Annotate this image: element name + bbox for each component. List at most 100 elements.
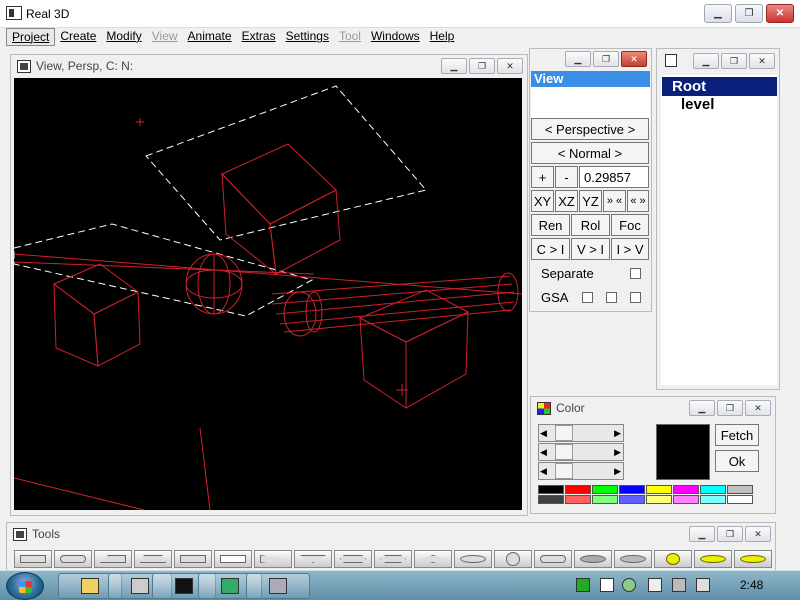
tools-maximize-button[interactable]: ❐ <box>717 526 743 542</box>
app-icon[interactable] <box>6 6 22 20</box>
tool-rounded-box[interactable] <box>54 550 92 568</box>
tree-node-root[interactable]: Root <box>662 77 777 96</box>
tray-status-icon[interactable] <box>576 578 590 592</box>
palette-swatch[interactable] <box>727 495 753 504</box>
xy-plane-button[interactable]: XY <box>531 190 554 212</box>
tool-bevel[interactable] <box>134 550 172 568</box>
menu-settings[interactable]: Settings <box>281 28 334 46</box>
color-maximize-button[interactable]: ❐ <box>717 400 743 416</box>
tool-cone[interactable] <box>574 550 612 568</box>
tray-network-icon[interactable] <box>672 578 686 592</box>
tray-shield-icon[interactable] <box>622 578 636 592</box>
tool-wedge[interactable] <box>94 550 132 568</box>
blue-slider-left-arrow[interactable]: ◀ <box>540 466 547 477</box>
red-slider-left-arrow[interactable]: ◀ <box>540 428 547 439</box>
tool-octagon[interactable] <box>374 550 412 568</box>
tool-hexagon[interactable] <box>334 550 372 568</box>
close-button[interactable]: ✕ <box>766 4 794 23</box>
red-slider[interactable]: ◀ ▶ <box>538 424 624 442</box>
gsa-checkbox-2[interactable] <box>606 292 617 303</box>
palette-swatch[interactable] <box>565 495 591 504</box>
zoom-value-field[interactable]: 0.29857 <box>579 166 649 188</box>
ok-button[interactable]: Ok <box>715 450 759 472</box>
menu-modify[interactable]: Modify <box>101 28 146 46</box>
menu-create[interactable]: Create <box>55 28 101 46</box>
tool-yellow-sphere[interactable] <box>654 550 692 568</box>
palette-swatch[interactable] <box>619 495 645 504</box>
panel-maximize-button[interactable]: ❐ <box>593 51 619 67</box>
menu-help[interactable]: Help <box>425 28 460 46</box>
palette-swatch[interactable] <box>538 485 564 494</box>
back-button[interactable]: « » <box>627 190 649 212</box>
taskbar-clock[interactable]: 2:48 <box>740 578 763 592</box>
gsa-checkbox-1[interactable] <box>582 292 593 303</box>
fetch-button[interactable]: Fetch <box>715 424 759 446</box>
taskbar-calculator[interactable] <box>246 573 310 599</box>
tools-close-button[interactable]: ✕ <box>745 526 771 542</box>
gsa-checkbox-3[interactable] <box>630 292 641 303</box>
view-minimize-button[interactable]: ▁ <box>441 58 467 74</box>
tool-yellow-disc[interactable] <box>694 550 732 568</box>
color-close-button[interactable]: ✕ <box>745 400 771 416</box>
tool-ellipsoid[interactable] <box>614 550 652 568</box>
palette-swatch[interactable] <box>592 485 618 494</box>
blue-slider[interactable]: ◀ ▶ <box>538 462 624 480</box>
tree-node-level[interactable]: level <box>661 96 777 114</box>
rol-button[interactable]: Rol <box>571 214 610 236</box>
palette-swatch[interactable] <box>673 495 699 504</box>
view-close-button[interactable]: ✕ <box>497 58 523 74</box>
tool-cylinder[interactable] <box>534 550 572 568</box>
menu-windows[interactable]: Windows <box>366 28 425 46</box>
tree-minimize-button[interactable]: ▁ <box>693 53 719 69</box>
panel-minimize-button[interactable]: ▁ <box>565 51 591 67</box>
palette-swatch[interactable] <box>700 485 726 494</box>
tool-triangle[interactable] <box>294 550 332 568</box>
panel-close-button[interactable]: ✕ <box>621 51 647 67</box>
palette-swatch[interactable] <box>592 495 618 504</box>
perspective-button[interactable]: < Perspective > <box>531 118 649 140</box>
blue-slider-thumb[interactable] <box>555 463 573 479</box>
zoom-in-button[interactable]: + <box>531 166 554 188</box>
palette-swatch[interactable] <box>646 485 672 494</box>
tool-rectangle[interactable] <box>14 550 52 568</box>
menu-extras[interactable]: Extras <box>237 28 281 46</box>
tool-box[interactable] <box>174 550 212 568</box>
start-button[interactable] <box>6 572 44 600</box>
tray-volume-icon[interactable] <box>696 578 710 592</box>
menu-project[interactable]: Project <box>6 28 56 46</box>
foc-button[interactable]: Foc <box>611 214 649 236</box>
c-to-i-button[interactable]: C > I <box>531 238 570 260</box>
red-slider-right-arrow[interactable]: ▶ <box>614 428 621 439</box>
red-slider-thumb[interactable] <box>555 425 573 441</box>
palette-swatch[interactable] <box>646 495 672 504</box>
tools-minimize-button[interactable]: ▁ <box>689 526 715 542</box>
tool-plane[interactable] <box>214 550 252 568</box>
palette-swatch[interactable] <box>727 485 753 494</box>
blue-slider-right-arrow[interactable]: ▶ <box>614 466 621 477</box>
yz-plane-button[interactable]: YZ <box>579 190 602 212</box>
ren-button[interactable]: Ren <box>531 214 570 236</box>
tool-torus[interactable] <box>454 550 492 568</box>
i-to-v-button[interactable]: I > V <box>611 238 649 260</box>
normal-mode-button[interactable]: < Normal > <box>531 142 649 164</box>
green-slider-right-arrow[interactable]: ▶ <box>614 447 621 458</box>
menu-view[interactable]: View <box>147 28 183 46</box>
view-maximize-button[interactable]: ❐ <box>469 58 495 74</box>
v-to-i-button[interactable]: V > I <box>571 238 610 260</box>
3d-viewport[interactable] <box>14 78 522 510</box>
color-minimize-button[interactable]: ▁ <box>689 400 715 416</box>
tool-yellow-ellipse[interactable] <box>734 550 772 568</box>
tree-maximize-button[interactable]: ❐ <box>721 53 747 69</box>
green-slider[interactable]: ◀ ▶ <box>538 443 624 461</box>
minimize-button[interactable]: ▁ <box>704 4 732 23</box>
forward-button[interactable]: » « <box>603 190 626 212</box>
tools-window-titlebar[interactable]: Tools <box>7 523 775 545</box>
xz-plane-button[interactable]: XZ <box>555 190 578 212</box>
maximize-button[interactable]: ❐ <box>735 4 763 23</box>
tray-flag-icon[interactable] <box>648 578 662 592</box>
tool-sphere[interactable] <box>494 550 532 568</box>
palette-swatch[interactable] <box>538 495 564 504</box>
tool-diamond[interactable] <box>414 550 452 568</box>
palette-swatch[interactable] <box>673 485 699 494</box>
green-slider-left-arrow[interactable]: ◀ <box>540 447 547 458</box>
